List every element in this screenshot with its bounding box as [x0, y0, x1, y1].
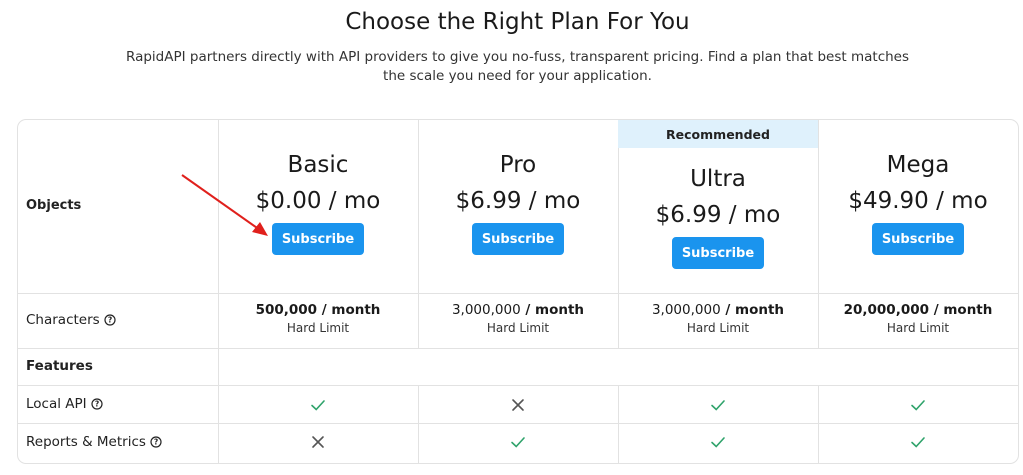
svg-text:?: ? [108, 316, 112, 325]
check-icon [711, 400, 725, 411]
limit-unit: / month [317, 302, 381, 318]
characters-limit-pro: 3,000,000 / month Hard Limit [418, 302, 618, 335]
info-circle-icon[interactable]: ? [150, 436, 162, 448]
info-circle-icon[interactable]: ? [91, 398, 103, 410]
limit-amount: 3,000,000 [651, 302, 721, 318]
red-arrow-annotation [181, 174, 268, 236]
plan-price: $49.90 / mo [848, 188, 988, 214]
pricing-table: Objects Characters ? Features Local API … [17, 119, 1019, 464]
characters-limit-ultra: 3,000,000 / month Hard Limit [618, 302, 818, 335]
page-title: Choose the Right Plan For You [345, 9, 690, 35]
row-label-reports: Reports & Metrics ? [26, 434, 162, 450]
cross-icon [512, 399, 524, 411]
check-icon [311, 400, 325, 411]
plan-price: $6.99 / mo [455, 188, 581, 214]
row-label-objects: Objects [26, 198, 82, 213]
row-label-local-api: Local API ? [26, 396, 103, 412]
limit-unit: / month [720, 302, 785, 318]
check-icon [711, 437, 725, 448]
limit-amount: 3,000,000 [451, 302, 521, 318]
characters-label: Characters [26, 312, 100, 328]
characters-limit-basic: 500,000 / month Hard Limit [218, 302, 418, 335]
row-divider [18, 293, 1018, 294]
subscribe-pro-button[interactable]: Subscribe [472, 223, 564, 255]
cross-icon [312, 436, 324, 448]
check-icon [511, 437, 525, 448]
limit-type: Hard Limit [486, 321, 550, 335]
plan-name: Mega [886, 152, 950, 178]
limit-type: Hard Limit [686, 321, 750, 335]
row-label-features: Features [26, 358, 93, 374]
local-api-label: Local API [26, 396, 87, 412]
reports-label: Reports & Metrics [26, 434, 146, 450]
subscribe-basic-button[interactable]: Subscribe [272, 223, 364, 255]
row-divider [18, 385, 1018, 386]
subscribe-mega-button[interactable]: Subscribe [872, 223, 964, 255]
svg-text:?: ? [154, 438, 158, 447]
plan-name: Pro [499, 152, 537, 178]
check-icon [911, 400, 925, 411]
recommended-badge: Recommended [618, 120, 818, 148]
characters-limit-mega: 20,000,000 / month Hard Limit [818, 302, 1018, 335]
plan-price: $6.99 / mo [655, 202, 781, 228]
plan-pro: Pro $6.99 / mo Subscribe [418, 152, 618, 255]
plan-name: Ultra [690, 166, 746, 192]
limit-unit: / month [929, 302, 993, 318]
check-icon [911, 437, 925, 448]
features-row-bg [219, 349, 1018, 385]
row-label-characters: Characters ? [26, 312, 116, 328]
limit-type: Hard Limit [286, 321, 350, 335]
plan-ultra: Ultra $6.99 / mo Subscribe [618, 166, 818, 269]
limit-unit: / month [520, 302, 585, 318]
info-circle-icon[interactable]: ? [104, 314, 116, 326]
limit-amount: 20,000,000 [843, 302, 930, 318]
limit-amount: 500,000 [255, 302, 318, 318]
subscribe-ultra-button[interactable]: Subscribe [672, 237, 764, 269]
row-divider [18, 423, 1018, 424]
limit-type: Hard Limit [886, 321, 950, 335]
svg-text:?: ? [94, 400, 98, 409]
page-subtitle: RapidAPI partners directly with API prov… [125, 49, 910, 84]
plan-mega: Mega $49.90 / mo Subscribe [818, 152, 1018, 255]
plan-name: Basic [287, 152, 349, 178]
